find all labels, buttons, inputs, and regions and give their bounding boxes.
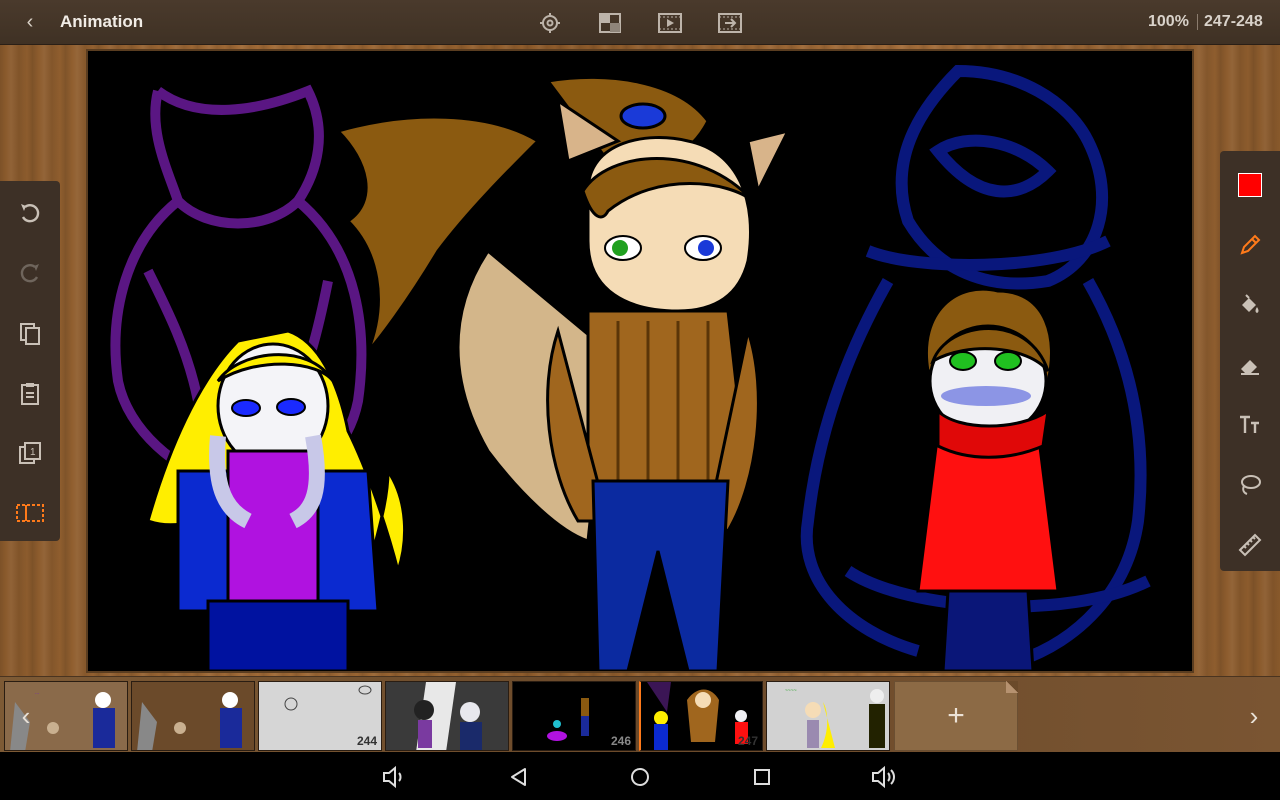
left-toolbar: 1: [0, 181, 60, 541]
frame-list-button[interactable]: [12, 495, 48, 531]
pencil-icon: [1240, 234, 1261, 255]
frame-preview: ~~~~: [767, 682, 889, 750]
redo-icon: [20, 264, 39, 283]
system-nav-bar: [0, 752, 1280, 800]
blonde-character: [146, 329, 406, 671]
text-tool[interactable]: [1232, 407, 1268, 443]
copy-icon: [20, 323, 40, 345]
volume-up-button[interactable]: [870, 764, 896, 790]
play-icon: [658, 13, 682, 33]
pencil-tool[interactable]: [1232, 227, 1268, 263]
settings-button[interactable]: [535, 10, 565, 36]
back-triangle-icon: [511, 768, 526, 786]
ruler-tool[interactable]: [1232, 527, 1268, 563]
home-nav-button[interactable]: [627, 764, 653, 790]
redo-button[interactable]: [12, 255, 48, 291]
frame-range[interactable]: 247-248: [1204, 13, 1263, 31]
top-tools: [535, 10, 745, 36]
volume-down-button[interactable]: [381, 764, 407, 790]
canvas-artwork: [110, 64, 1151, 671]
back-nav-button[interactable]: [506, 764, 532, 790]
layers-icon: [599, 13, 621, 33]
onion-skin-icon: 1: [19, 442, 41, 464]
back-button[interactable]: ‹: [18, 10, 42, 34]
page-title: Animation: [60, 12, 144, 31]
volume-down-icon: [383, 765, 403, 789]
frame-preview: [386, 682, 508, 750]
drawing-canvas[interactable]: [86, 49, 1194, 673]
color-picker-button[interactable]: [1232, 167, 1268, 203]
settings-icon: [540, 13, 560, 33]
ruler-icon: [1238, 533, 1262, 557]
frame-thumbnail[interactable]: [131, 681, 255, 751]
export-icon: [718, 13, 742, 33]
zoom-level[interactable]: 100%: [1148, 13, 1189, 31]
svg-text:~~~~: ~~~~: [785, 688, 797, 694]
fox-character: [335, 75, 791, 671]
lasso-tool[interactable]: [1232, 467, 1268, 503]
frame-thumbnail[interactable]: [385, 681, 509, 751]
frame-thumbnail[interactable]: ~~~~: [766, 681, 890, 751]
fill-tool[interactable]: [1232, 287, 1268, 323]
paste-icon: [21, 383, 39, 405]
current-color-swatch: [1238, 173, 1262, 197]
undo-button[interactable]: [12, 195, 48, 231]
top-toolbar: ‹ Animation 100% 247-248: [0, 0, 1280, 45]
text-icon: [1240, 415, 1259, 433]
frame-number: 246: [610, 734, 631, 748]
svg-text:...: ...: [35, 690, 39, 696]
frame-number: 247: [737, 734, 758, 748]
play-button[interactable]: [655, 10, 685, 36]
timeline-prev-button[interactable]: ‹: [14, 701, 38, 731]
copy-button[interactable]: [12, 315, 48, 351]
paste-button[interactable]: [12, 375, 48, 411]
eraser-tool[interactable]: [1232, 347, 1268, 383]
undo-icon: [21, 204, 40, 223]
divider: [1197, 14, 1198, 30]
onion-skin-button[interactable]: 1: [12, 435, 48, 471]
eraser-icon: [1241, 360, 1259, 375]
frame-thumbnail[interactable]: 244: [258, 681, 382, 751]
svg-text:1: 1: [30, 447, 36, 458]
plus-icon: +: [947, 699, 965, 732]
recents-square-icon: [754, 769, 770, 785]
layers-button[interactable]: [595, 10, 625, 36]
home-circle-icon: [631, 768, 649, 786]
frame-thumbnail[interactable]: 246: [512, 681, 636, 751]
frame-preview: [132, 682, 254, 750]
right-toolbar: [1220, 151, 1280, 571]
export-button[interactable]: [715, 10, 745, 36]
timeline-next-button[interactable]: ›: [1242, 701, 1266, 731]
add-frame-button[interactable]: +: [894, 681, 1018, 751]
lasso-icon: [1241, 475, 1261, 495]
frame-list-icon: [16, 504, 44, 522]
frame-number: 244: [356, 734, 377, 748]
frame-thumbnail-selected[interactable]: 247: [639, 681, 763, 751]
red-sweater-character: [916, 287, 1060, 671]
frame-timeline[interactable]: ... 244 246 247 ~~~~ + ‹ ›: [0, 676, 1280, 752]
fill-icon: [1242, 294, 1259, 313]
recents-nav-button[interactable]: [749, 764, 775, 790]
volume-up-icon: [872, 765, 895, 789]
